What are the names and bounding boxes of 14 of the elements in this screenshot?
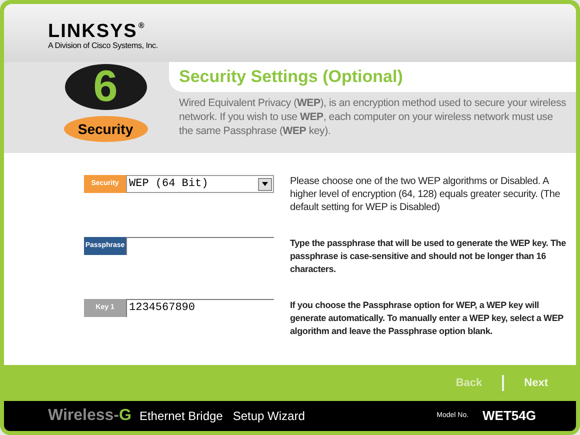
- help-text: Type the passphrase that will be used to generate the WEP key. The passphrase is case-sensitive and should not be longer than 16 characters.: [290, 237, 566, 276]
- wizard-name: Setup Wizard: [232, 408, 305, 425]
- help-text: Please choose one of the two WEP algorithms or Disabled. A higher level of encryption (64, 128) equals greater security. (The default setting for WEP is Disabled): [290, 175, 562, 214]
- page-title: Security Settings (Optional): [179, 66, 403, 88]
- logo: LINKSYS® A Division of Cisco Systems, Inc.: [48, 22, 159, 50]
- step-label-badge: Security: [64, 116, 148, 142]
- product-brand: Wireless-G: [48, 406, 132, 426]
- intro-text: Wired Equivalent Privacy (WEP), is an encryption method used to secure your wireless network. If you wish to use WEP, each computer on your wireless network must use the same Passphrase (WEP key).: [178, 96, 568, 138]
- product-name: Ethernet Bridge: [139, 408, 223, 425]
- step-number-badge: 6: [64, 64, 146, 110]
- help-text: If you choose the Passphrase option for WEP, a WEP key will generate automatically. To manually enter a WEP key, select a WEP algorithm and leave the Passphrase option blank.: [290, 299, 564, 338]
- security-dropdown[interactable]: WEP (64 Bit): [126, 175, 274, 193]
- text-field[interactable]: 1234567890: [126, 299, 274, 317]
- model-number: WET54G: [482, 407, 536, 426]
